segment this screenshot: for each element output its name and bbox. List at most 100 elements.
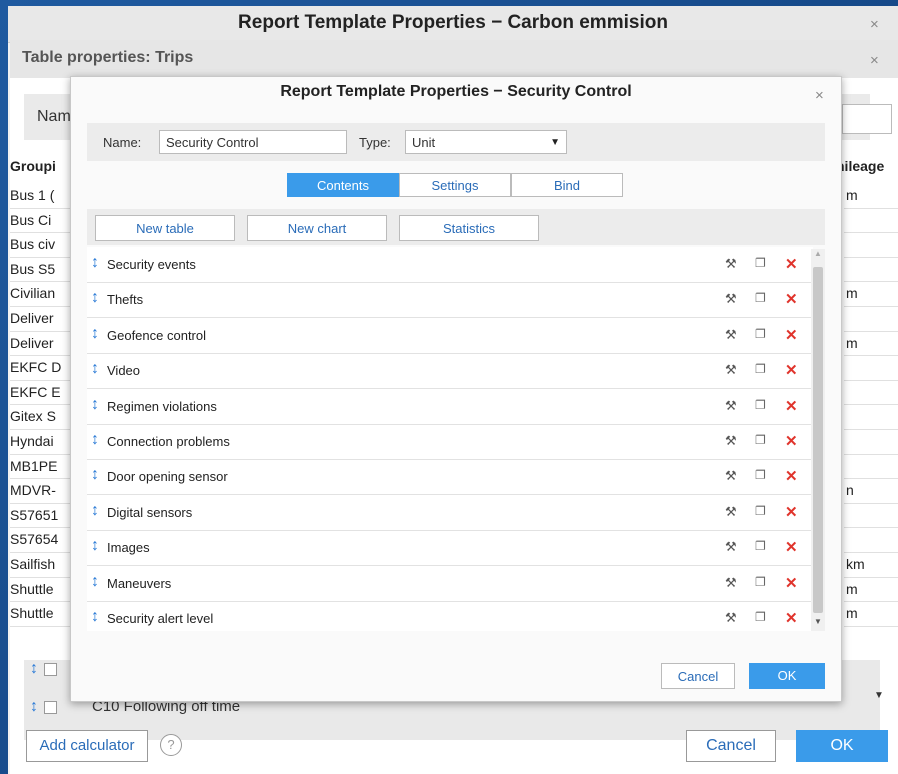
cancel-button[interactable]: Cancel [661,663,735,689]
help-icon[interactable]: ? [160,734,182,756]
delete-icon[interactable]: ✕ [785,397,798,415]
delete-icon[interactable]: ✕ [785,290,798,308]
table-ok-button[interactable]: OK [796,730,888,762]
copy-icon[interactable]: ❐ [755,610,766,624]
delete-icon[interactable]: ✕ [785,609,798,627]
wrench-icon[interactable]: ⚒ [725,362,737,378]
delete-icon[interactable]: ✕ [785,467,798,485]
scroll-up-icon[interactable]: ▲ [814,249,822,258]
copy-icon[interactable]: ❐ [755,468,766,482]
copy-icon[interactable]: ❐ [755,362,766,376]
drag-handle-icon[interactable]: ↕ [30,698,38,715]
drag-handle-icon[interactable]: ↕ [91,573,99,591]
item-label: Maneuvers [107,575,172,591]
grouping-column-header: Groupi [10,158,56,174]
copy-icon[interactable]: ❐ [755,433,766,447]
grouping-row: Hyndai [10,430,78,455]
statistics-button[interactable]: Statistics [399,215,539,241]
name-input[interactable]: Security Control [159,130,347,154]
wrench-icon[interactable]: ⚒ [725,610,737,626]
middle-close-icon[interactable]: × [870,52,879,69]
wrench-icon[interactable]: ⚒ [725,504,737,520]
drag-handle-icon[interactable]: ↕ [91,431,99,449]
table-right-input[interactable] [842,104,892,134]
drag-handle-icon[interactable]: ↕ [30,660,38,677]
new-chart-button[interactable]: New chart [247,215,387,241]
drag-handle-icon[interactable]: ↕ [91,360,99,378]
mileage-row: m [844,578,898,603]
grouping-list: Bus 1 (Bus Ci Bus civ Bus S5 Civilian Delive… [10,184,78,627]
mileage-row: m [844,184,898,209]
wrench-icon[interactable]: ⚒ [725,291,737,307]
column-checkbox[interactable] [44,663,57,677]
table-cancel-button[interactable]: Cancel [686,730,776,762]
wrench-icon[interactable]: ⚒ [725,256,737,272]
copy-icon[interactable]: ❐ [755,256,766,270]
copy-icon[interactable]: ❐ [755,291,766,305]
copy-icon[interactable]: ❐ [755,504,766,518]
drag-handle-icon[interactable]: ↕ [91,502,99,520]
list-item[interactable]: ↕ Security alert level ⚒ ❐ ✕ [87,601,813,631]
list-item[interactable]: ↕ Connection problems ⚒ ❐ ✕ [87,424,813,460]
mileage-row: m [844,602,898,627]
outer-title-bar: Report Template Properties − Carbon emmi… [8,6,898,43]
delete-icon[interactable]: ✕ [785,255,798,273]
item-label: Geofence control [107,327,207,343]
list-item[interactable]: ↕ Video ⚒ ❐ ✕ [87,353,813,390]
wrench-icon[interactable]: ⚒ [725,398,737,414]
delete-icon[interactable]: ✕ [785,361,798,379]
list-item[interactable]: ↕ Digital sensors ⚒ ❐ ✕ [87,495,813,531]
scroll-down-icon[interactable]: ▼ [814,617,822,626]
drag-handle-icon[interactable]: ↕ [91,537,99,555]
list-item[interactable]: ↕ Security events ⚒ ❐ ✕ [87,247,813,283]
drag-handle-icon[interactable]: ↕ [91,608,99,626]
ok-button[interactable]: OK [749,663,825,689]
tab-contents[interactable]: Contents [287,173,399,197]
scroll-thumb[interactable] [813,267,823,613]
wrench-icon[interactable]: ⚒ [725,575,737,591]
template-item-list: ↕ Security events ⚒ ❐ ✕ ↕ Thefts ⚒ ❐ ✕ ↕ Geofence c… [87,247,813,631]
scroll-down-icon[interactable]: ▼ [874,690,884,701]
copy-icon[interactable]: ❐ [755,327,766,341]
list-item[interactable]: ↕ Images ⚒ ❐ ✕ [87,530,813,567]
copy-icon[interactable]: ❐ [755,575,766,589]
copy-icon[interactable]: ❐ [755,539,766,553]
mileage-row [844,504,898,529]
delete-icon[interactable]: ✕ [785,503,798,521]
mileage-row: km [844,553,898,578]
list-item[interactable]: ↕ Door opening sensor ⚒ ❐ ✕ [87,459,813,496]
wrench-icon[interactable]: ⚒ [725,327,737,343]
list-item[interactable]: ↕ Geofence control ⚒ ❐ ✕ [87,318,813,354]
drag-handle-icon[interactable]: ↕ [91,325,99,343]
add-calculator-button[interactable]: Add calculator [26,730,148,762]
wrench-icon[interactable]: ⚒ [725,433,737,449]
drag-handle-icon[interactable]: ↕ [91,466,99,484]
copy-icon[interactable]: ❐ [755,398,766,412]
delete-icon[interactable]: ✕ [785,326,798,344]
outer-close-icon[interactable]: × [870,16,879,33]
list-scrollbar[interactable]: ▲ ▼ [811,249,825,631]
drag-handle-icon[interactable]: ↕ [91,396,99,414]
delete-icon[interactable]: ✕ [785,432,798,450]
tab-bind[interactable]: Bind [511,173,623,197]
list-item[interactable]: ↕ Thefts ⚒ ❐ ✕ [87,282,813,319]
wrench-icon[interactable]: ⚒ [725,539,737,555]
list-item[interactable]: ↕ Regimen violations ⚒ ❐ ✕ [87,389,813,425]
mileage-row: m [844,332,898,357]
new-table-button[interactable]: New table [95,215,235,241]
delete-icon[interactable]: ✕ [785,574,798,592]
list-item[interactable]: ↕ Maneuvers ⚒ ❐ ✕ [87,566,813,602]
wrench-icon[interactable]: ⚒ [725,468,737,484]
delete-icon[interactable]: ✕ [785,538,798,556]
inner-close-icon[interactable]: × [815,87,824,104]
mileage-row [844,307,898,332]
type-select[interactable]: Unit ▼ [405,130,567,154]
drag-handle-icon[interactable]: ↕ [91,254,99,272]
grouping-row: Deliver [10,332,78,357]
drag-handle-icon[interactable]: ↕ [91,289,99,307]
column-checkbox[interactable] [44,701,57,715]
column-row[interactable]: ↕ [30,660,70,684]
tab-settings[interactable]: Settings [399,173,511,197]
tab-bar: Contents Settings Bind [287,173,623,199]
column-row[interactable]: ↕ [30,698,70,722]
